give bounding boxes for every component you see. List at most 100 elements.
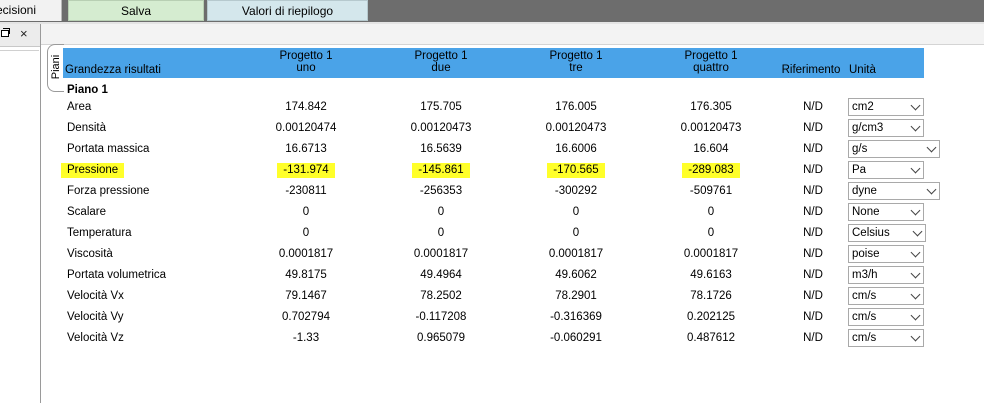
chevron-down-icon[interactable]: [926, 142, 937, 153]
value-cell-1: -1.33: [292, 332, 320, 344]
reference-cell: N/D: [803, 101, 823, 113]
chevron-down-icon[interactable]: [910, 289, 921, 300]
unit-select[interactable]: Celsius: [848, 224, 926, 242]
tab-valori-di-riepilogo[interactable]: Valori di riepilogo: [207, 0, 368, 21]
header-col-uno-line1: Progetto 1: [279, 50, 333, 62]
table-row[interactable]: Scalare 0 0 0 0 N/D None: [63, 202, 943, 223]
unit-select-value: cm2: [852, 101, 874, 113]
tab-decisioni[interactable]: ecisioni: [0, 0, 62, 21]
reference-cell: N/D: [803, 332, 823, 344]
row-label: Velocità Vz: [67, 332, 124, 344]
value-cell-2: 175.705: [420, 101, 462, 113]
table-row[interactable]: Velocità Vz -1.33 0.965079 -0.060291 0.48761…: [63, 328, 943, 349]
table-row[interactable]: Area 174.842 175.705 176.005 176.305 N/D cm2: [63, 97, 943, 118]
value-cell-1: 49.8175: [285, 269, 327, 281]
unit-select-value: g/s: [852, 143, 868, 155]
chevron-down-icon[interactable]: [912, 226, 923, 237]
table-row[interactable]: Viscosità 0.0001817 0.0001817 0.0001817 0.00…: [63, 244, 943, 265]
unit-select[interactable]: cm/s: [848, 329, 924, 347]
chevron-down-icon[interactable]: [926, 184, 937, 195]
header-label: Grandezza risultati: [65, 64, 161, 76]
table-row[interactable]: Temperatura 0 0 0 0 N/D Celsius: [63, 223, 943, 244]
chevron-down-icon[interactable]: [910, 100, 921, 111]
value-cell-1: 79.1467: [285, 290, 327, 302]
table-row[interactable]: Densità 0.00120474 0.00120473 0.00120473 0.0…: [63, 118, 943, 139]
table-row[interactable]: Pressione -131.974 -145.861 -170.565 -289.08…: [61, 160, 943, 181]
header-unita[interactable]: Unità: [849, 64, 909, 76]
chevron-down-icon[interactable]: [910, 205, 921, 216]
header-col-tre[interactable]: Progetto 1 tre: [516, 50, 636, 74]
header-col-uno[interactable]: Progetto 1 uno: [246, 50, 366, 74]
unit-select[interactable]: cm2: [848, 98, 924, 116]
value-cell-1: 0.0001817: [278, 248, 334, 260]
chevron-down-icon[interactable]: [910, 121, 921, 132]
row-label: Area: [67, 101, 92, 113]
row-label: Portata massica: [67, 143, 150, 155]
tab-decisioni-label: ecisioni: [0, 3, 37, 17]
header-col-quattro-line1: Progetto 1: [684, 50, 738, 62]
value-cell-4: 78.1726: [690, 290, 732, 302]
close-icon[interactable]: ×: [20, 27, 28, 41]
vertical-tab-piani[interactable]: Piani: [47, 44, 64, 92]
results-panel-header: [41, 24, 984, 45]
unit-select[interactable]: m3/h: [848, 266, 924, 284]
chevron-down-icon[interactable]: [910, 268, 921, 279]
unit-select[interactable]: dyne: [848, 182, 940, 200]
chevron-down-icon[interactable]: [910, 163, 921, 174]
value-cell-1: 16.6713: [285, 143, 327, 155]
reference-cell: N/D: [803, 143, 823, 155]
value-cell-1: 0: [302, 227, 310, 239]
unit-select[interactable]: g/s: [848, 140, 940, 158]
value-cell-4: 176.305: [690, 101, 732, 113]
highlighted-value: -170.565: [547, 163, 605, 178]
table-row[interactable]: Forza pressione -230811 -256353 -300292 -509…: [63, 181, 943, 202]
restore-window-icon[interactable]: [0, 28, 10, 37]
value-cell-2: -145.861: [381, 160, 501, 181]
table-row[interactable]: Velocità Vx 79.1467 78.2502 78.2901 78.1726 N…: [63, 286, 943, 307]
value-cell-3: 78.2901: [555, 290, 597, 302]
reference-cell: N/D: [803, 185, 823, 197]
unit-select[interactable]: cm/s: [848, 287, 924, 305]
chevron-down-icon[interactable]: [910, 247, 921, 258]
value-cell-4: 0.00120473: [680, 122, 742, 134]
row-label: Forza pressione: [67, 185, 150, 197]
reference-cell: N/D: [803, 311, 823, 323]
value-cell-4: 0.0001817: [683, 248, 739, 260]
value-cell-2: 16.5639: [420, 143, 462, 155]
value-cell-1: 0: [302, 206, 310, 218]
value-cell-1: 0.702794: [282, 311, 330, 323]
header-riferimento[interactable]: Riferimento: [776, 64, 846, 76]
header-col-quattro[interactable]: Progetto 1 quattro: [651, 50, 771, 74]
row-label: Velocità Vx: [67, 290, 124, 302]
unit-select[interactable]: Pa: [848, 161, 924, 179]
left-pane-list[interactable]: [0, 50, 39, 404]
row-label: Viscosità: [67, 248, 113, 260]
header-col-tre-line1: Progetto 1: [549, 50, 603, 62]
unit-select-value: Celsius: [852, 227, 890, 239]
value-cell-3: 0.0001817: [548, 248, 604, 260]
header-col-due[interactable]: Progetto 1 due: [381, 50, 501, 74]
highlighted-value: -131.974: [277, 163, 335, 178]
unit-select[interactable]: None: [848, 203, 924, 221]
row-label: Densità: [67, 122, 106, 134]
chevron-down-icon[interactable]: [910, 310, 921, 321]
table-row[interactable]: Portata volumetrica 49.8175 49.4964 49.6062…: [63, 265, 943, 286]
value-cell-1: -230811: [285, 185, 327, 197]
unit-select[interactable]: cm/s: [848, 308, 924, 326]
tab-salva[interactable]: Salva: [68, 0, 204, 21]
row-label: Scalare: [67, 206, 106, 218]
unit-select[interactable]: poise: [848, 245, 924, 263]
unit-select-value: cm/s: [852, 332, 877, 344]
value-cell-2: 0.00120473: [410, 122, 472, 134]
table-row[interactable]: Portata massica 16.6713 16.5639 16.6006 16.6…: [63, 139, 943, 160]
table-row[interactable]: Velocità Vy 0.702794 -0.117208 -0.316369 0.2…: [63, 307, 943, 328]
value-cell-2: 78.2502: [420, 290, 462, 302]
row-label: Temperatura: [67, 227, 132, 239]
chevron-down-icon[interactable]: [910, 331, 921, 342]
header-col-due-line1: Progetto 1: [414, 50, 468, 62]
value-cell-1: 174.842: [285, 101, 327, 113]
section-title-piano-1: Piano 1: [67, 84, 108, 96]
unit-select-value: None: [852, 206, 880, 218]
value-cell-3: -170.565: [516, 160, 636, 181]
unit-select[interactable]: g/cm3: [848, 119, 924, 137]
